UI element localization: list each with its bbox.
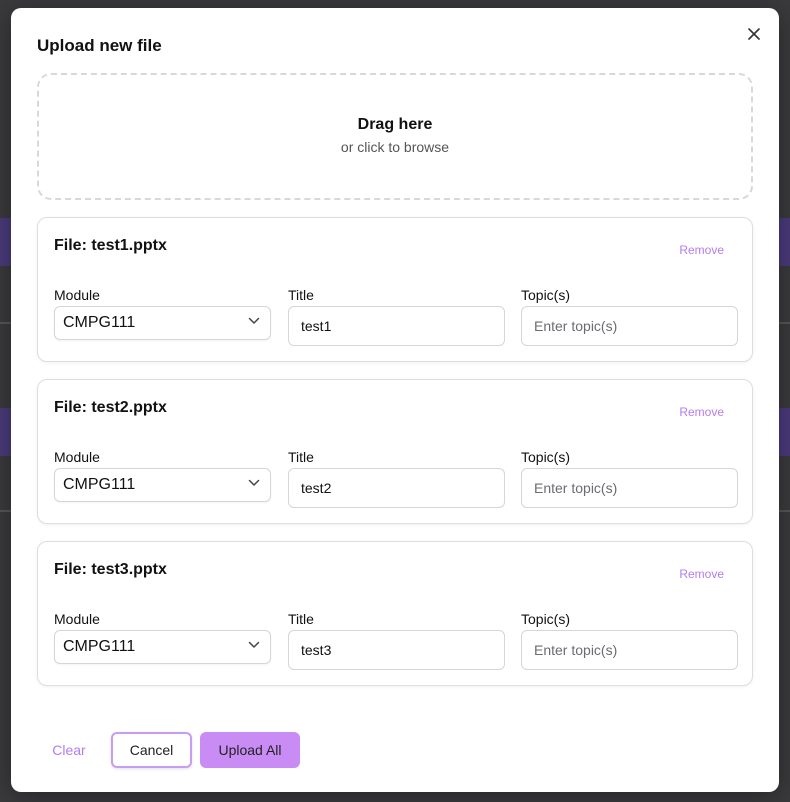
dropzone-main-text: Drag here: [357, 116, 433, 133]
background-bar: [778, 408, 790, 456]
modal-title: Upload new file: [37, 36, 162, 55]
chevron-down-icon: [248, 641, 260, 648]
close-icon: [748, 28, 760, 40]
module-select[interactable]: CMPG111: [54, 468, 271, 502]
title-label: Title: [288, 449, 314, 465]
remove-button[interactable]: Remove: [679, 567, 724, 581]
background-bar: [778, 218, 790, 266]
topics-input[interactable]: Enter topic(s): [521, 306, 738, 346]
file-dropzone[interactable]: Drag here or click to browse: [37, 73, 753, 200]
module-select-value: CMPG111: [63, 314, 136, 331]
chevron-down-icon: [248, 317, 260, 324]
module-select-value: CMPG111: [63, 638, 136, 655]
file-card: File: test3.pptx Remove Module Title Top…: [37, 541, 753, 686]
file-card: File: test1.pptx Remove Module Title Top…: [37, 217, 753, 362]
dropzone-sub-text: or click to browse: [340, 139, 450, 155]
background-divider: [778, 510, 790, 512]
clear-button[interactable]: Clear: [43, 732, 95, 768]
background-divider: [778, 322, 790, 324]
file-card: File: test2.pptx Remove Module Title Top…: [37, 379, 753, 524]
upload-all-button[interactable]: Upload All: [200, 732, 300, 768]
upload-modal: Upload new file Drag here or click to br…: [11, 8, 779, 792]
file-title: File: test2.pptx: [54, 399, 167, 416]
title-input[interactable]: test1: [288, 306, 505, 346]
file-title: File: test3.pptx: [54, 561, 167, 578]
cancel-button[interactable]: Cancel: [111, 732, 192, 768]
title-input[interactable]: test2: [288, 468, 505, 508]
topics-label: Topic(s): [521, 287, 571, 303]
title-input[interactable]: test3: [288, 630, 505, 670]
module-label: Module: [54, 449, 100, 465]
remove-button[interactable]: Remove: [679, 243, 724, 257]
topics-label: Topic(s): [521, 449, 571, 465]
file-title: File: test1.pptx: [54, 237, 167, 254]
topics-input[interactable]: Enter topic(s): [521, 630, 738, 670]
module-label: Module: [54, 611, 100, 627]
topics-input[interactable]: Enter topic(s): [521, 468, 738, 508]
module-label: Module: [54, 287, 100, 303]
module-select[interactable]: CMPG111: [54, 306, 271, 340]
topics-label: Topic(s): [521, 611, 571, 627]
title-label: Title: [288, 287, 314, 303]
module-select[interactable]: CMPG111: [54, 630, 271, 664]
remove-button[interactable]: Remove: [679, 405, 724, 419]
chevron-down-icon: [248, 479, 260, 486]
close-button[interactable]: [744, 24, 764, 44]
module-select-value: CMPG111: [63, 476, 136, 493]
title-label: Title: [288, 611, 314, 627]
